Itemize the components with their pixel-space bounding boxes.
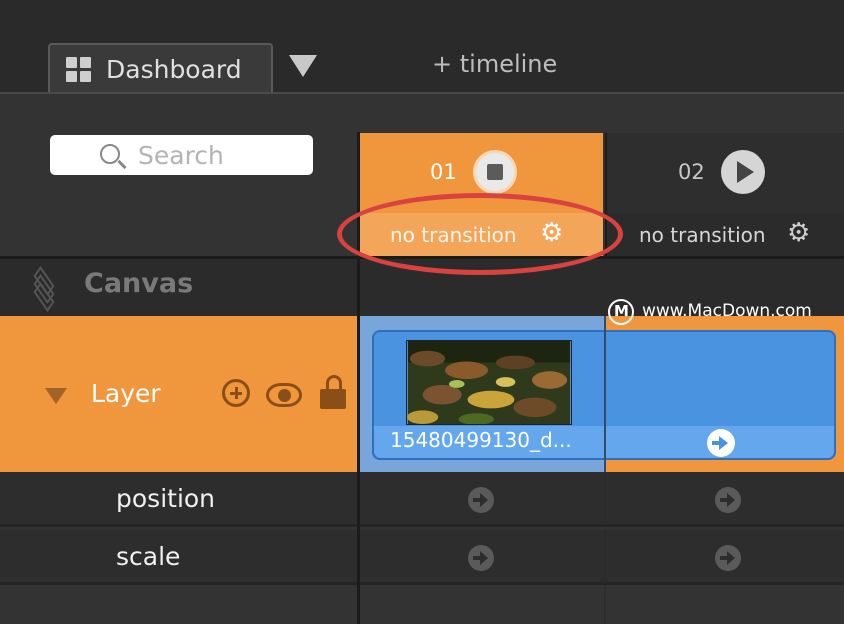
divider [357, 132, 360, 624]
grid-icon [66, 57, 92, 83]
property-label: scale [116, 542, 181, 571]
transition-bar[interactable]: no transition ⚙ [607, 213, 844, 256]
property-row-scale[interactable]: scale [0, 530, 844, 585]
arrow-right-icon[interactable] [707, 429, 735, 457]
transition-label: no transition [639, 223, 766, 247]
add-timeline-button[interactable]: + timeline [432, 50, 557, 78]
watermark-logo-icon [608, 299, 634, 325]
scene-divider [604, 259, 606, 624]
dropdown-triangle-icon[interactable] [289, 55, 317, 77]
canvas-label: Canvas [84, 268, 194, 299]
canvas-row[interactable]: Canvas [0, 259, 357, 316]
property-row-position[interactable]: position [0, 472, 844, 527]
tab-dashboard-label: Dashboard [106, 55, 242, 84]
search-icon [100, 144, 120, 164]
arrow-right-icon[interactable] [468, 545, 494, 571]
property-label: position [116, 484, 216, 513]
layer-row[interactable]: Layer [0, 316, 357, 472]
gear-icon[interactable]: ⚙ [787, 220, 810, 246]
arrow-right-icon[interactable] [468, 487, 494, 513]
layers-icon [28, 266, 62, 312]
clip-thumbnail [406, 340, 572, 425]
arrow-right-icon[interactable] [715, 487, 741, 513]
search-placeholder: Search [138, 141, 224, 170]
highlight-annotation [337, 193, 623, 275]
layer-label: Layer [91, 379, 161, 408]
play-icon[interactable] [721, 150, 765, 194]
lock-icon[interactable] [320, 375, 346, 411]
eye-icon[interactable] [266, 383, 302, 407]
search-input[interactable]: Search [50, 135, 313, 175]
add-icon[interactable] [222, 379, 250, 407]
scene-number: 02 [678, 160, 705, 184]
arrow-right-icon[interactable] [715, 545, 741, 571]
empty-row [0, 589, 844, 624]
collapse-triangle-icon[interactable] [45, 388, 67, 404]
watermark-text: www.MacDown.com [642, 301, 812, 321]
scene-header-02[interactable]: 02 no transition ⚙ [605, 133, 844, 256]
stop-icon[interactable] [473, 150, 517, 194]
tab-dashboard[interactable]: Dashboard [48, 43, 273, 95]
scene-number: 01 [430, 160, 457, 184]
clip-name: 15480499130_d... [390, 428, 572, 452]
